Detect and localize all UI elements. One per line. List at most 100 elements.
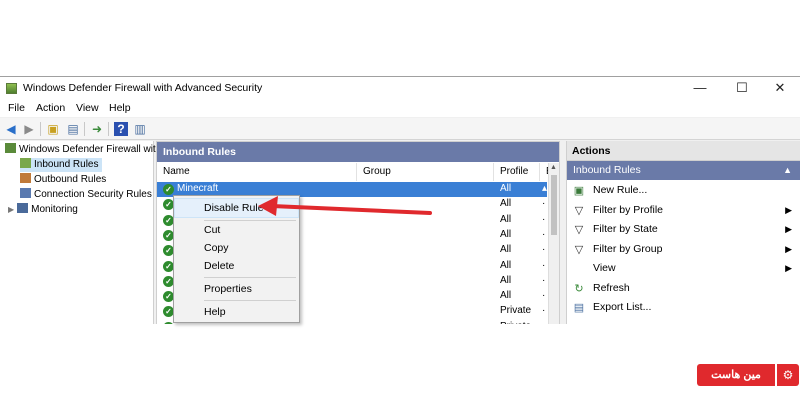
action-item[interactable]: ▽ Filter by State ▶ [567, 220, 800, 239]
copy-menu-item[interactable]: Copy [175, 239, 298, 257]
vertical-scrollbar[interactable]: ▲ [548, 163, 559, 324]
action-label: Filter by State [593, 223, 658, 235]
rule-profile: All [500, 244, 512, 256]
scroll-up-icon[interactable]: ▲ [550, 164, 557, 171]
cut-menu-item[interactable]: Cut [175, 221, 298, 239]
show-hide-tree-icon[interactable]: ▤ [66, 122, 80, 136]
scroll-thumb[interactable] [551, 175, 557, 235]
rule-profile: Private [500, 321, 531, 324]
actions-pane: Actions Inbound Rules ▲ ▣ New Rule... ▽ Fil… [566, 141, 800, 324]
tree-root[interactable]: Windows Defender Firewall wit [5, 143, 156, 157]
watermark-text: مین هاست [697, 364, 775, 386]
rule-profile: All [500, 228, 512, 240]
rule-enabled-cell: · [542, 198, 546, 210]
menu-separator [204, 300, 296, 301]
tree-item-label: Monitoring [31, 204, 78, 215]
action-label: Refresh [593, 281, 630, 294]
export-icon[interactable]: ➜ [90, 122, 104, 136]
action-item[interactable]: View ▶ [567, 259, 800, 278]
action-label: New Rule... [593, 184, 648, 196]
filter-icon: ▽ [574, 243, 584, 256]
action-item[interactable]: ▽ Filter by Group ▶ [567, 240, 800, 259]
actions-section-inbound-rules[interactable]: Inbound Rules ▲ [567, 161, 800, 180]
action-item[interactable]: ▽ Filter by Profile ▶ [567, 201, 800, 220]
tree-item-connection-security-rules[interactable]: Connection Security Rules [20, 188, 152, 202]
rule-enabled-cell: · [542, 228, 546, 240]
action-label: View [593, 262, 616, 274]
toolbar-separator [40, 122, 41, 136]
rule-enabled-cell: ▴ [542, 183, 548, 194]
new-rule-icon: ▣ [573, 185, 585, 197]
export-list-icon: ▤ [573, 302, 585, 314]
menu-action[interactable]: Action [36, 102, 65, 114]
menu-separator [204, 277, 296, 278]
forward-icon[interactable]: ▶ [22, 122, 36, 136]
filter-icon: ▽ [574, 204, 584, 217]
back-icon[interactable]: ◀ [4, 122, 18, 136]
host-logo-icon: ⚙ [777, 364, 799, 386]
refresh-icon: ↻ [574, 282, 584, 295]
column-header-profile[interactable]: Profile [494, 163, 540, 181]
rule-enabled-cell: · [542, 259, 546, 271]
title-bar[interactable]: Windows Defender Firewall with Advanced … [0, 77, 800, 99]
menu-file[interactable]: File [8, 102, 25, 114]
inbound-rules-icon [20, 158, 31, 168]
properties-menu-item[interactable]: Properties [175, 280, 298, 298]
tree-item-label: Inbound Rules [34, 159, 99, 170]
action-item[interactable]: ▤ Export List... [567, 298, 800, 317]
navigation-tree: Windows Defender Firewall wit Inbound Ru… [0, 141, 156, 324]
rule-profile: All [500, 259, 512, 271]
menu-view[interactable]: View [76, 102, 99, 114]
action-item[interactable]: ↻ Refresh [567, 279, 800, 298]
action-label: Filter by Profile [593, 203, 664, 216]
rules-pane-header: Inbound Rules [157, 142, 559, 162]
outbound-rules-icon [20, 173, 31, 183]
action-item[interactable]: ▣ New Rule... [567, 181, 800, 200]
tree-item-inbound-rules[interactable]: Inbound Rules [20, 158, 102, 172]
tree-item-label: Connection Security Rules [34, 189, 152, 200]
help-menu-item[interactable]: Help [175, 303, 298, 321]
up-folder-icon[interactable]: ▣ [46, 122, 60, 136]
column-header-name[interactable]: Name [157, 163, 357, 181]
rule-profile: All [500, 198, 512, 210]
collapse-up-icon[interactable]: ▲ [783, 161, 792, 180]
show-hide-action-pane-icon[interactable]: ▥ [133, 122, 147, 136]
actions-section-label: Inbound Rules [573, 164, 641, 176]
tree-item-monitoring[interactable]: ▶ Monitoring [8, 203, 78, 217]
maximize-button[interactable]: ☐ [722, 79, 762, 97]
toolbar-separator [108, 122, 109, 136]
rule-profile: Private [500, 305, 532, 317]
firewall-icon [5, 143, 16, 153]
rule-enabled-cell: · [542, 290, 546, 302]
disable-rule-menu-item[interactable]: Disable Rule [174, 198, 299, 218]
minimize-button[interactable]: — [680, 79, 720, 97]
rule-profile: All [500, 213, 512, 225]
submenu-arrow-icon: ▶ [785, 204, 792, 215]
menu-bar: File Action View Help [0, 99, 800, 117]
firewall-app-icon [6, 83, 17, 94]
submenu-arrow-icon: ▶ [785, 243, 792, 254]
tree-item-outbound-rules[interactable]: Outbound Rules [20, 173, 106, 187]
rule-profile: All [500, 183, 512, 194]
watermark-badge: مین هاست ⚙ [697, 364, 800, 386]
window-title: Windows Defender Firewall with Advanced … [23, 82, 263, 94]
close-button[interactable]: ✕ [760, 79, 800, 97]
toolbar-separator [84, 122, 85, 136]
rule-enabled-cell: · [542, 321, 545, 324]
menu-help[interactable]: Help [109, 102, 131, 114]
rule-enabled-cell: · [542, 274, 546, 286]
column-header-group[interactable]: Group [357, 163, 494, 181]
filter-icon: ▽ [574, 224, 584, 236]
actions-title: Actions [567, 141, 800, 161]
context-menu: Disable Rule Cut Copy Delete Properties … [173, 195, 300, 323]
delete-menu-item[interactable]: Delete [175, 257, 298, 275]
help-icon[interactable]: ? [114, 122, 128, 136]
monitoring-icon [17, 203, 29, 213]
expand-chevron-icon[interactable]: ▶ [8, 205, 14, 214]
firewall-window: Windows Defender Firewall with Advanced … [0, 76, 800, 324]
tree-item-label: Outbound Rules [34, 174, 107, 185]
rule-profile: All [500, 274, 512, 286]
enabled-check-icon: ✓ [163, 184, 174, 195]
rule-profile: All [500, 290, 512, 302]
action-label: Filter by Group [593, 242, 663, 255]
